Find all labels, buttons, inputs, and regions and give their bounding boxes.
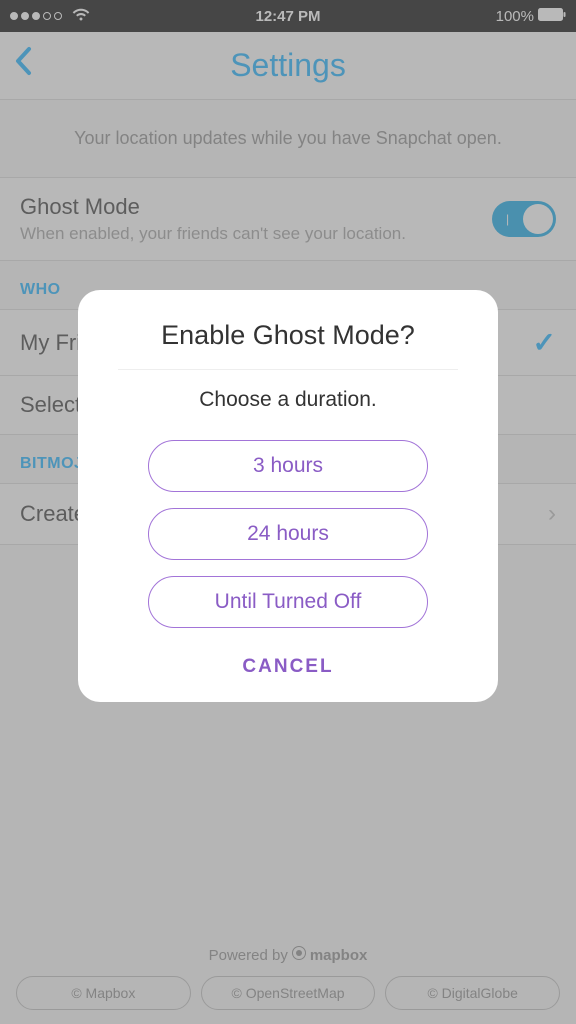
modal-title: Enable Ghost Mode? [118, 320, 458, 370]
duration-until-off-button[interactable]: Until Turned Off [148, 576, 428, 628]
duration-3-hours-button[interactable]: 3 hours [148, 440, 428, 492]
ghost-mode-modal: Enable Ghost Mode? Choose a duration. 3 … [78, 290, 498, 702]
modal-subtitle: Choose a duration. [108, 388, 468, 412]
duration-24-hours-button[interactable]: 24 hours [148, 508, 428, 560]
cancel-button[interactable]: CANCEL [242, 656, 333, 678]
modal-overlay[interactable]: Enable Ghost Mode? Choose a duration. 3 … [0, 0, 576, 1024]
